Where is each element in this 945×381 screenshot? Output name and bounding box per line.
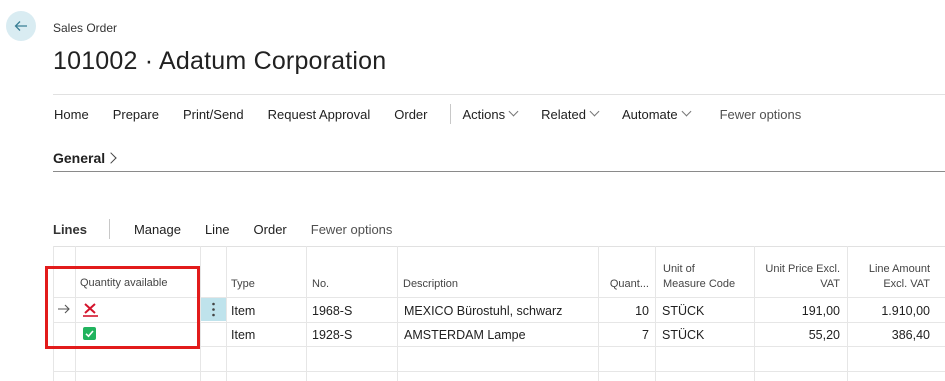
action-prepare[interactable]: Prepare: [113, 107, 159, 122]
col-header-uom-line2: Measure Code: [663, 278, 736, 290]
menu-automate-label: Automate: [621, 106, 678, 122]
cell-description[interactable]: MEXICO Bürostuhl, schwarz: [404, 303, 562, 319]
action-print-send[interactable]: Print/Send: [183, 107, 244, 122]
menu-related-label: Related: [541, 106, 586, 122]
cell-line-amount[interactable]: 1.910,00: [848, 303, 930, 319]
grid-divider: [655, 246, 656, 381]
action-request-approval[interactable]: Request Approval: [268, 107, 371, 122]
col-header-uom[interactable]: Unit of Measure Code: [663, 262, 735, 292]
col-header-no[interactable]: No.: [312, 277, 329, 292]
grid-divider: [306, 246, 307, 381]
grid-divider: [226, 246, 227, 381]
general-divider: [53, 171, 945, 172]
col-header-description[interactable]: Description: [403, 277, 458, 292]
general-label: General: [53, 150, 106, 166]
menu-actions[interactable]: Actions: [462, 106, 519, 122]
lines-line-button[interactable]: Line: [205, 222, 230, 237]
menu-actions-label: Actions: [462, 106, 506, 122]
action-home[interactable]: Home: [54, 107, 89, 122]
cell-quantity[interactable]: 10: [599, 303, 649, 319]
lines-toolbar: Lines Manage Line Order Fewer options: [53, 216, 416, 242]
col-header-line-amount-line1: Line Amount: [868, 263, 930, 275]
lines-title: Lines: [53, 221, 87, 237]
action-separator: [449, 104, 451, 124]
chevron-right-icon: [105, 152, 117, 164]
lines-fewer-options-button[interactable]: Fewer options: [311, 222, 393, 237]
menu-related[interactable]: Related: [541, 106, 600, 122]
lines-order-button[interactable]: Order: [254, 222, 287, 237]
cell-unit-price[interactable]: 55,20: [755, 327, 840, 343]
col-header-type[interactable]: Type: [231, 277, 255, 292]
col-header-quantity[interactable]: Quant...: [599, 277, 649, 292]
cell-uom[interactable]: STÜCK: [662, 303, 704, 319]
cell-unit-price[interactable]: 191,00: [755, 303, 840, 319]
more-vertical-icon: [212, 302, 215, 317]
col-header-unit-price-line1: Unit Price Excl.: [765, 263, 840, 275]
menu-automate[interactable]: Automate: [621, 106, 692, 122]
fewer-options-button[interactable]: Fewer options: [720, 107, 802, 122]
lines-manage-button[interactable]: Manage: [134, 222, 181, 237]
cell-quantity[interactable]: 7: [599, 327, 649, 343]
cell-type[interactable]: Item: [231, 303, 255, 319]
row-actions-button[interactable]: [201, 298, 226, 321]
general-section-header[interactable]: General: [53, 150, 117, 166]
action-bar: Home Prepare Print/Send Request Approval…: [53, 94, 945, 133]
action-order[interactable]: Order: [394, 107, 427, 122]
cell-no[interactable]: 1968-S: [312, 303, 352, 319]
cell-line-amount[interactable]: 386,40: [848, 327, 930, 343]
col-header-line-amount-line2: Excl. VAT: [883, 278, 930, 290]
cell-no[interactable]: 1928-S: [312, 327, 352, 343]
col-header-unit-price[interactable]: Unit Price Excl. VAT: [755, 262, 840, 292]
cell-uom[interactable]: STÜCK: [662, 327, 704, 343]
col-header-line-amount[interactable]: Line Amount Excl. VAT: [848, 262, 930, 292]
grid-divider: [397, 246, 398, 381]
chevron-down-icon: [589, 106, 600, 116]
breadcrumb: Sales Order: [53, 21, 118, 35]
page-title: 101002 · Adatum Corporation: [53, 47, 387, 75]
col-header-uom-line1: Unit of: [663, 263, 695, 275]
lines-separator: [108, 219, 110, 239]
cell-description[interactable]: AMSTERDAM Lampe: [404, 327, 526, 343]
grid-divider: [53, 371, 945, 372]
cell-type[interactable]: Item: [231, 327, 255, 343]
arrow-left-icon: [14, 21, 27, 31]
chevron-down-icon: [681, 106, 692, 116]
back-button[interactable]: [6, 11, 36, 41]
col-header-unit-price-line2: VAT: [820, 278, 840, 290]
highlight-annotation: [45, 266, 200, 349]
chevron-down-icon: [508, 106, 519, 116]
